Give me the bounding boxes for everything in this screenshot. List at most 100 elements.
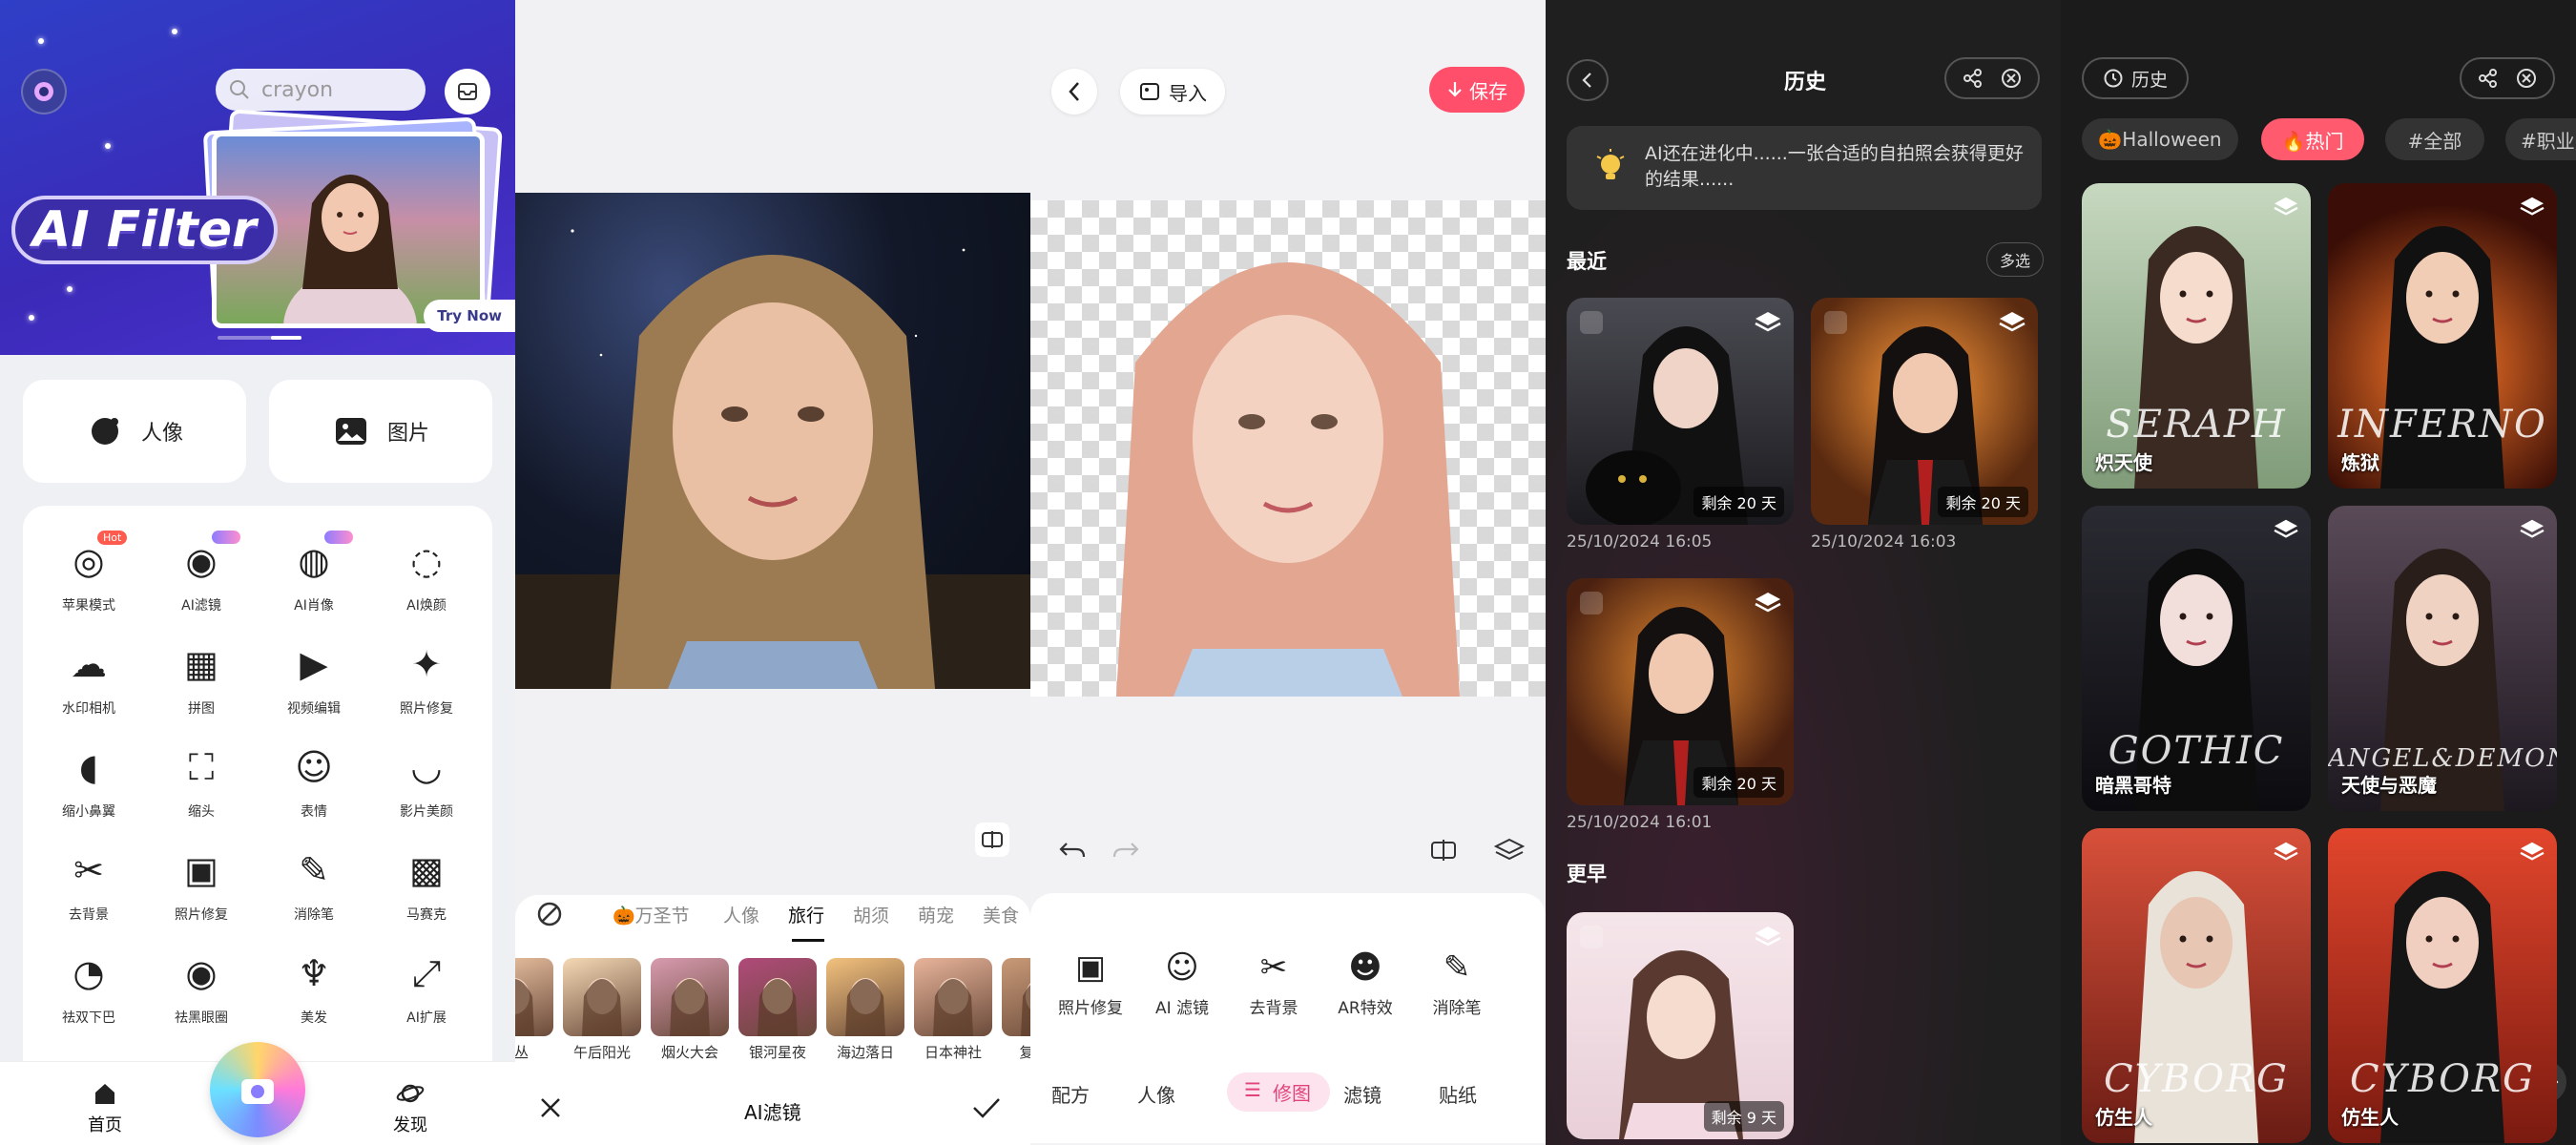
tool-item[interactable]: ☁ 水印相机 bbox=[36, 637, 141, 718]
close-circle-icon[interactable] bbox=[2001, 68, 2022, 89]
portrait-thumb bbox=[758, 978, 798, 1036]
tool-item[interactable]: ◉ 祛黑眼圈 bbox=[149, 947, 254, 1027]
filter-thumbnail[interactable] bbox=[738, 958, 817, 1036]
delete-icon[interactable] bbox=[1824, 311, 1847, 334]
chip-all[interactable]: #全部 bbox=[2385, 118, 2484, 160]
editor-tool[interactable]: ☻ AR特效 bbox=[1322, 948, 1408, 1018]
category-portrait[interactable]: 人像 bbox=[723, 902, 759, 927]
category-beard[interactable]: 胡须 bbox=[853, 902, 889, 927]
multi-select-button[interactable]: 多选 bbox=[1986, 242, 2044, 277]
share-icon[interactable] bbox=[1963, 68, 1984, 89]
close-circle-icon[interactable] bbox=[2516, 68, 2537, 89]
filter-thumbnail[interactable] bbox=[1002, 958, 1030, 1036]
recent-heading: 最近 bbox=[1567, 250, 1607, 273]
redo-button[interactable] bbox=[1111, 838, 1141, 864]
tab-home[interactable]: 首页 bbox=[67, 1079, 143, 1136]
category-food[interactable]: 美食 bbox=[983, 902, 1019, 927]
history-button[interactable]: 历史 bbox=[2082, 57, 2189, 99]
no-filter-button[interactable] bbox=[536, 901, 563, 927]
filter-thumbnail[interactable] bbox=[826, 958, 904, 1036]
search-input[interactable]: crayon bbox=[216, 69, 426, 111]
tool-item[interactable]: ⤢ AI扩展 bbox=[374, 947, 479, 1027]
tool-item[interactable]: ◉ AI滤镜 bbox=[149, 531, 254, 614]
filter-thumbnail[interactable] bbox=[515, 958, 553, 1036]
editor-tool[interactable]: ☺ AI 滤镜 bbox=[1139, 948, 1225, 1018]
delete-icon[interactable] bbox=[1580, 592, 1603, 614]
tool-item[interactable]: ✂ 去背景 bbox=[36, 843, 141, 924]
compare-button[interactable] bbox=[975, 822, 1009, 857]
category-travel[interactable]: 旅行 bbox=[788, 902, 824, 927]
sparkle bbox=[29, 315, 34, 321]
style-tile[interactable]: SERAPH 炽天使 bbox=[2082, 183, 2311, 489]
tool-item[interactable]: ◍ AI肖像 bbox=[261, 531, 366, 614]
editor-tab[interactable]: 人像 bbox=[1137, 1080, 1175, 1108]
editor-tab[interactable]: ☰ 修图 bbox=[1227, 1072, 1330, 1112]
tool-item[interactable]: ☺ 表情 bbox=[261, 740, 366, 821]
history-card[interactable]: 剩余 20 天 bbox=[1567, 578, 1794, 805]
filter-thumbnail[interactable] bbox=[651, 958, 729, 1036]
save-button[interactable]: 保存 bbox=[1429, 67, 1525, 113]
tool-item[interactable]: ⛶ 缩头 bbox=[149, 740, 254, 821]
style-tile[interactable]: CYBORG 仿生人 bbox=[2328, 828, 2557, 1143]
history-card[interactable]: 剩余 20 天 bbox=[1811, 298, 2038, 525]
app-logo[interactable] bbox=[21, 69, 67, 114]
style-tile[interactable]: ANGEL&DEMON 天使与恶魔 bbox=[2328, 506, 2557, 811]
filter-label: 花丛 bbox=[515, 1044, 529, 1061]
hot-badge: Hot bbox=[97, 531, 128, 545]
tool-item[interactable]: ◎ Hot 苹果模式 bbox=[36, 531, 141, 614]
category-halloween[interactable]: 🎃万圣节 bbox=[613, 902, 690, 927]
page-title: 历史 bbox=[1784, 71, 1827, 94]
back-button[interactable] bbox=[1567, 59, 1609, 101]
share-icon[interactable] bbox=[2478, 68, 2499, 89]
chip-career[interactable]: #职业照 bbox=[2505, 118, 2576, 160]
editor-tab[interactable]: 贴纸 bbox=[1439, 1080, 1477, 1108]
compare-button[interactable] bbox=[1429, 836, 1458, 870]
undo-button[interactable] bbox=[1057, 838, 1088, 864]
ai-filter-banner[interactable]: crayon AI Filter Try Now bbox=[0, 0, 515, 355]
image-button[interactable]: 图片 bbox=[269, 380, 492, 483]
editor-tab[interactable]: 配方 bbox=[1051, 1080, 1090, 1108]
tool-item[interactable]: ✎ 消除笔 bbox=[261, 843, 366, 924]
editor-tab[interactable]: 滤镜 bbox=[1343, 1080, 1381, 1108]
portrait-button[interactable]: 人像 bbox=[23, 380, 246, 483]
delete-icon[interactable] bbox=[1580, 311, 1603, 334]
message-button[interactable] bbox=[445, 69, 490, 114]
tool-label: 美发 bbox=[301, 1010, 327, 1026]
filter-thumbnail[interactable] bbox=[563, 958, 641, 1036]
editor-tool[interactable]: ✂ 去背景 bbox=[1231, 948, 1317, 1018]
tool-item[interactable]: ▦ 拼图 bbox=[149, 637, 254, 718]
back-button[interactable] bbox=[1051, 69, 1097, 114]
layers-icon bbox=[2520, 197, 2545, 216]
category-pets[interactable]: 萌宠 bbox=[918, 902, 954, 927]
close-button[interactable] bbox=[538, 1095, 563, 1120]
editor-tool[interactable]: ✎ 消除笔 bbox=[1414, 948, 1500, 1018]
confirm-button[interactable] bbox=[971, 1095, 1002, 1120]
editor-tool[interactable]: ▣ 照片修复 bbox=[1048, 948, 1133, 1018]
camera-button[interactable] bbox=[210, 1042, 305, 1137]
tool-item[interactable]: ♆ 美发 bbox=[261, 947, 366, 1027]
tool-item[interactable]: ◖ 缩小鼻翼 bbox=[36, 740, 141, 821]
tool-item[interactable]: ▣ 照片修复 bbox=[149, 843, 254, 924]
try-now-button[interactable]: Try Now bbox=[424, 300, 515, 332]
filter-thumbnail[interactable] bbox=[914, 958, 992, 1036]
editor-tab-label: 配方 bbox=[1051, 1084, 1090, 1107]
chevron-left-icon bbox=[1069, 82, 1079, 101]
tab-discover[interactable]: 发现 bbox=[372, 1079, 448, 1136]
style-tile[interactable]: GOTHIC 暗黑哥特 bbox=[2082, 506, 2311, 811]
delete-icon[interactable] bbox=[1580, 926, 1603, 948]
style-tile[interactable]: INFERNO 炼狱 bbox=[2328, 183, 2557, 489]
chip-halloween[interactable]: 🎃Halloween bbox=[2082, 118, 2238, 160]
tool-item[interactable]: ▩ 马赛克 bbox=[374, 843, 479, 924]
tool-item[interactable]: ◌ AI焕颜 bbox=[374, 534, 479, 614]
history-card[interactable]: 剩余 9 天 bbox=[1567, 912, 1794, 1139]
style-name: 炽天使 bbox=[2095, 451, 2152, 474]
tool-item[interactable]: ◔ 祛双下巴 bbox=[36, 947, 141, 1027]
history-card[interactable]: 剩余 20 天 bbox=[1567, 298, 1794, 525]
style-tile[interactable]: CYBORG 仿生人 bbox=[2082, 828, 2311, 1143]
chip-hot[interactable]: 🔥热门 bbox=[2261, 118, 2364, 160]
layers-button[interactable] bbox=[1494, 836, 1525, 864]
tool-item[interactable]: ◡ 影片美颜 bbox=[374, 740, 479, 821]
import-button[interactable]: 导入 bbox=[1120, 69, 1225, 114]
tool-item[interactable]: ✦ 照片修复 bbox=[374, 637, 479, 718]
tool-item[interactable]: ▶ 视频编辑 bbox=[261, 637, 366, 718]
